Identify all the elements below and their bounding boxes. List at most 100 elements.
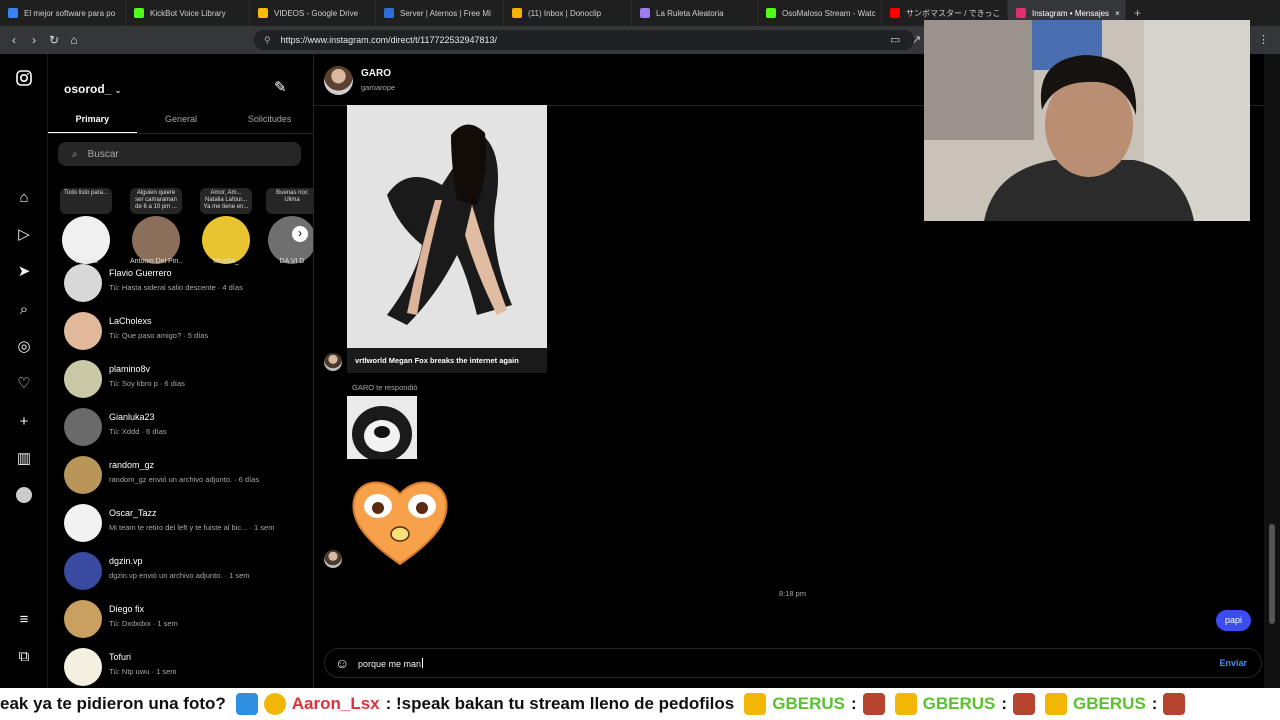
forward-icon[interactable]: › bbox=[24, 33, 44, 47]
back-icon[interactable]: ‹ bbox=[4, 33, 24, 47]
shared-post-caption[interactable]: vrtlworld Megan Fox breaks the internet … bbox=[347, 348, 547, 373]
search-input[interactable]: ⌕ Buscar bbox=[58, 142, 301, 166]
tab-requests[interactable]: Solicitudes bbox=[225, 110, 313, 133]
tab-primary[interactable]: Primary bbox=[48, 110, 137, 133]
chevron-down-icon: ⌄ bbox=[114, 86, 122, 95]
browser-tab[interactable]: La Ruleta Aleatoria bbox=[632, 0, 758, 26]
notifications-heart-icon[interactable]: ♡ bbox=[14, 373, 34, 393]
create-plus-icon[interactable]: + bbox=[14, 411, 34, 431]
heart-sticker[interactable] bbox=[348, 472, 452, 568]
note-bubble: Amor, Am... Natalia Lafour... Ya me tien… bbox=[200, 188, 252, 214]
ticker-username: GBERUS bbox=[922, 694, 996, 713]
emote-icon bbox=[1013, 693, 1036, 715]
conversation-item[interactable]: random_gz random_gz envió un archivo adju… bbox=[64, 456, 304, 500]
ticker-message: : !speak bakan tu stream lleno de pedofi… bbox=[385, 694, 735, 713]
address-bar[interactable]: ⚲ https://www.instagram.com/direct/t/117… bbox=[254, 30, 914, 50]
browser-tab[interactable]: VIDEOS - Google Drive bbox=[250, 0, 376, 26]
badge-icon bbox=[235, 693, 258, 715]
conversation-item[interactable]: Tofuri Tú: Ntp uwu · 1 sem bbox=[64, 648, 304, 688]
inbox-tabs: Primary General Solicitudes bbox=[48, 110, 313, 134]
stream-chat-ticker: eak ya te pidieron una foto? Aaron_Lsx :… bbox=[0, 688, 1280, 720]
tab-label: Instagram • Mensajes bbox=[1032, 8, 1110, 18]
browser-tab[interactable]: Server | Aternos | Free Mi bbox=[376, 0, 504, 26]
ticker-username: GBERUS bbox=[772, 694, 845, 713]
conversation-item[interactable]: Oscar_Tazz Mi team te retiro del left y t… bbox=[64, 504, 304, 548]
note-item[interactable]: Buenas noc Ulima DA VI D bbox=[266, 188, 313, 265]
site-info-icon[interactable]: ⚲ bbox=[264, 35, 271, 46]
more-menu-icon[interactable]: ≡ bbox=[14, 609, 34, 629]
conversation-name: Oscar_Tazz bbox=[109, 508, 157, 518]
inbox-panel: osorod_ ⌄ ✎ Primary General Solicitudes … bbox=[48, 54, 314, 688]
tab-favicon-icon bbox=[640, 8, 650, 18]
url-text: https://www.instagram.com/direct/t/11772… bbox=[280, 35, 498, 45]
tab-favicon-icon bbox=[258, 8, 268, 18]
conversation-name: Tofuri bbox=[109, 652, 132, 662]
note-avatar bbox=[62, 216, 110, 264]
conversation-item[interactable]: dgzin.vp dgzin.vp envió un archivo adjunt… bbox=[64, 552, 304, 596]
browser-tab[interactable]: OsoMaloso Stream - Watc bbox=[758, 0, 882, 26]
close-tab-icon[interactable]: × bbox=[1115, 9, 1120, 18]
tab-general[interactable]: General bbox=[137, 110, 226, 133]
conversation-item[interactable]: Flavio Guerrero Tú: Hasta sideral salio d… bbox=[64, 264, 304, 308]
home-icon[interactable]: ⌂ bbox=[64, 33, 84, 47]
conversation-item[interactable]: Diego fix Tú: Dxdxdxx · 1 sem bbox=[64, 600, 304, 644]
conversation-name: Gianluka23 bbox=[109, 412, 155, 422]
conversation-name: LaCholexs bbox=[109, 316, 152, 326]
new-tab-icon[interactable]: + bbox=[1126, 6, 1149, 20]
scrollbar[interactable] bbox=[1264, 54, 1280, 688]
apps-icon[interactable]: ⧉ bbox=[14, 646, 34, 666]
send-button[interactable]: Enviar bbox=[1219, 658, 1247, 668]
notes-row: Todo listo para... Tu nota Alguien quiere … bbox=[60, 188, 313, 268]
message-input[interactable]: ☺ porque me man Enviar bbox=[324, 648, 1262, 678]
sender-avatar bbox=[324, 550, 342, 568]
tab-label: サンボマスター / できっこ bbox=[906, 8, 1001, 18]
search-nav-icon[interactable]: ⌕ bbox=[14, 299, 34, 319]
conversation-item[interactable]: plamino8v Tú: Soy kbro p · 6 días bbox=[64, 360, 304, 404]
note-avatar bbox=[132, 216, 180, 264]
dashboard-icon[interactable]: ▥ bbox=[14, 448, 34, 468]
conversation-avatar bbox=[64, 552, 102, 590]
scrollbar-thumb[interactable] bbox=[1269, 524, 1275, 624]
compose-message-icon[interactable]: ✎ bbox=[274, 78, 287, 96]
conversation-name: dgzin.vp bbox=[109, 556, 143, 566]
tab-favicon-icon bbox=[134, 8, 144, 18]
tab-favicon-icon bbox=[384, 8, 394, 18]
shared-post-image[interactable] bbox=[347, 105, 547, 348]
instagram-logo-icon[interactable] bbox=[14, 68, 34, 88]
browser-tab[interactable]: (11) Inbox | Donoclip bbox=[504, 0, 632, 26]
reload-icon[interactable]: ↻ bbox=[44, 33, 64, 47]
cast-icon[interactable]: ▭ bbox=[890, 33, 900, 46]
menu-dots-icon[interactable]: ⋮ bbox=[1258, 33, 1269, 46]
browser-tab[interactable]: El mejor software para po bbox=[0, 0, 126, 26]
ticker-username: GBERUS bbox=[1073, 694, 1146, 713]
account-switcher[interactable]: osorod_ ⌄ bbox=[64, 82, 121, 96]
conversation-avatar bbox=[64, 600, 102, 638]
conversation-item[interactable]: LaCholexs Tú: Que paso amigo? · 5 días bbox=[64, 312, 304, 356]
tab-label: Server | Aternos | Free Mi bbox=[400, 8, 491, 18]
emoji-icon[interactable]: ☺ bbox=[335, 655, 349, 671]
browser-tab[interactable]: KickBot Voice Library bbox=[126, 0, 250, 26]
profile-avatar[interactable] bbox=[14, 485, 34, 505]
conversation-preview: Tú: Dxdxdxx · 1 sem bbox=[109, 619, 178, 628]
direct-messages-icon[interactable]: ➤ bbox=[14, 261, 34, 281]
tab-favicon-icon bbox=[8, 8, 18, 18]
conversation-item[interactable]: Gianluka23 Tú: Xddd · 6 días bbox=[64, 408, 304, 452]
outgoing-message[interactable]: papi bbox=[1216, 610, 1252, 631]
reply-sticker-dog[interactable] bbox=[347, 396, 417, 459]
ticker-separator: : bbox=[850, 694, 857, 713]
crown-badge-icon bbox=[894, 693, 917, 715]
share-icon[interactable]: ↗ bbox=[912, 33, 921, 46]
conversation-preview: Tú: Que paso amigo? · 5 días bbox=[109, 331, 209, 340]
note-item[interactable]: Todo listo para... Tu nota bbox=[60, 188, 112, 265]
conversation-preview: Tú: Soy kbro p · 6 días bbox=[109, 379, 185, 388]
chat-avatar[interactable] bbox=[324, 66, 353, 95]
reels-icon[interactable]: ▷ bbox=[14, 224, 34, 244]
note-item[interactable]: Alguien quiere ser camaraman de 6 a 10 p… bbox=[130, 188, 182, 265]
note-item[interactable]: Amor, Am... Natalia Lafour... Ya me tien… bbox=[200, 188, 252, 265]
explore-icon[interactable]: ◎ bbox=[14, 336, 34, 356]
conversation-preview: Tú: Xddd · 6 días bbox=[109, 427, 167, 436]
note-avatar bbox=[202, 216, 250, 264]
home-nav-icon[interactable]: ⌂ bbox=[14, 187, 34, 207]
notes-next-arrow-icon[interactable]: › bbox=[292, 226, 308, 242]
chat-contact-name[interactable]: GARO bbox=[361, 68, 391, 79]
